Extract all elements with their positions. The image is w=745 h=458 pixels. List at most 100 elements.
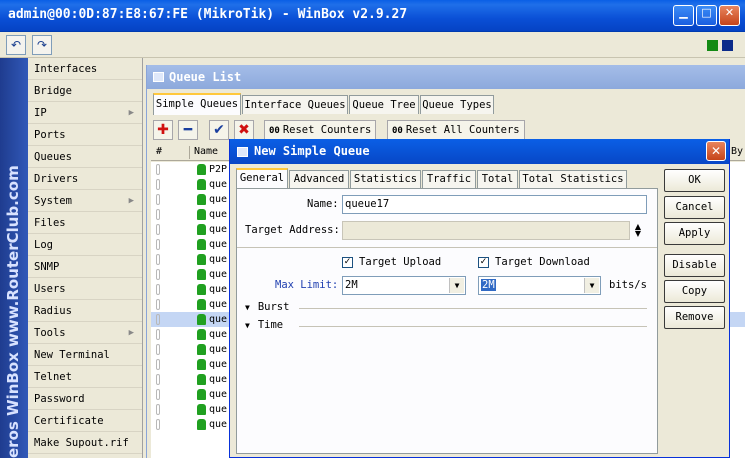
target-download-checkbox[interactable]: ✓ [478, 257, 489, 268]
window-title: admin@00:0D:87:E8:67:FE (MikroTik) - Win… [8, 7, 408, 22]
redo-button[interactable]: ↷ [32, 35, 52, 55]
sidebar-item-new-terminal[interactable]: New Terminal [28, 344, 142, 366]
queue-name-cell: que [209, 284, 228, 295]
column-divider[interactable] [189, 146, 190, 159]
close-icon: ✕ [710, 144, 722, 158]
disable-queue-button[interactable]: Disable [664, 254, 725, 277]
tab-statistics[interactable]: Statistics [350, 170, 421, 188]
row-marker-icon [156, 374, 160, 385]
queue-icon [197, 164, 206, 175]
tab-advanced[interactable]: Advanced [289, 170, 349, 188]
ok-button[interactable]: OK [664, 169, 725, 192]
dialog-close-button[interactable]: ✕ [706, 141, 726, 161]
chevron-down-icon[interactable]: ▼ [584, 278, 599, 293]
target-download-label: Target Download [495, 256, 590, 268]
burst-section-toggle[interactable]: ▼ Burst [245, 301, 289, 313]
sidebar-item-ports[interactable]: Ports [28, 124, 142, 146]
submenu-arrow-icon: ▶ [128, 328, 134, 338]
sidebar-item-certificate[interactable]: Certificate [28, 410, 142, 432]
row-marker-icon [156, 224, 160, 235]
reset-counters-label: Reset Counters [282, 124, 372, 136]
max-limit-label: Max Limit: [275, 279, 339, 291]
reset-all-counters-button[interactable]: 00 Reset All Counters [387, 120, 525, 140]
max-limit-download-select[interactable]: 2M ▼ [478, 276, 601, 295]
close-button[interactable]: ✕ [719, 5, 740, 26]
sidebar-item-tools[interactable]: Tools ▶ [28, 322, 142, 344]
row-marker-icon [156, 254, 160, 265]
add-button[interactable]: ✚ [153, 120, 173, 140]
sidebar-item-label: New Terminal [34, 349, 110, 361]
sidebar-item-label: Tools [34, 327, 66, 339]
chevron-down-icon[interactable]: ▼ [449, 278, 464, 293]
row-marker-icon [156, 284, 160, 295]
sidebar-item-radius[interactable]: Radius [28, 300, 142, 322]
updown-icon[interactable]: ▲ ▼ [633, 223, 643, 238]
disable-button[interactable]: ✖ [234, 120, 254, 140]
sidebar-item-system[interactable]: System ▶ [28, 190, 142, 212]
maximize-button[interactable]: □ [696, 5, 717, 26]
window-title-bar: admin@00:0D:87:E8:67:FE (MikroTik) - Win… [0, 0, 745, 32]
undo-button[interactable]: ↶ [6, 35, 26, 55]
tab-queue-tree[interactable]: Queue Tree [349, 95, 419, 114]
sidebar-item-telnet[interactable]: Telnet [28, 366, 142, 388]
column-header-extra[interactable]: By [731, 146, 743, 157]
redo-icon: ↷ [36, 38, 48, 52]
column-header-num[interactable]: # [156, 146, 162, 157]
time-section-toggle[interactable]: ▼ Time [245, 319, 283, 331]
tab-total-statistics[interactable]: Total Statistics [519, 170, 627, 188]
column-header-name[interactable]: Name [194, 146, 218, 157]
target-address-input[interactable] [342, 221, 630, 240]
queue-name-cell: que [209, 269, 228, 280]
apply-button[interactable]: Apply [664, 222, 725, 245]
sidebar-item-drivers[interactable]: Drivers [28, 168, 142, 190]
tab-total[interactable]: Total [477, 170, 518, 188]
queue-name-cell: que [209, 389, 228, 400]
cancel-button[interactable]: Cancel [664, 196, 725, 219]
queue-list-title: Queue List [169, 70, 242, 84]
sidebar-item-password[interactable]: Password [28, 388, 142, 410]
queue-list-title-bar: Queue List [147, 65, 745, 89]
tab-queue-types[interactable]: Queue Types [420, 95, 494, 114]
target-upload-checkbox[interactable]: ✓ [342, 257, 353, 268]
sidebar-item-make-supout[interactable]: Make Supout.rif [28, 432, 142, 454]
sidebar-item-users[interactable]: Users [28, 278, 142, 300]
remove-button[interactable]: ━ [178, 120, 198, 140]
queue-name-cell: que [209, 224, 228, 235]
sidebar-item-label: Bridge [34, 85, 72, 97]
row-marker-icon [156, 194, 160, 205]
copy-button[interactable]: Copy [664, 280, 725, 303]
tab-simple-queues[interactable]: Simple Queues [153, 93, 241, 115]
queue-name-cell: que [209, 344, 228, 355]
remove-queue-button[interactable]: Remove [664, 306, 725, 329]
sidebar-item-files[interactable]: Files [28, 212, 142, 234]
reset-counters-button[interactable]: 00 Reset Counters [264, 120, 377, 140]
name-input[interactable]: queue17 [342, 195, 647, 214]
queue-icon [197, 359, 206, 370]
queue-icon [197, 254, 206, 265]
window-icon [153, 72, 164, 82]
sidebar-item-snmp[interactable]: SNMP [28, 256, 142, 278]
sidebar-item-interfaces[interactable]: Interfaces [28, 58, 142, 80]
queue-icon [197, 239, 206, 250]
sidebar-item-label: IP [34, 107, 47, 119]
max-limit-upload-select[interactable]: 2M ▼ [342, 276, 466, 295]
row-marker-icon [156, 239, 160, 250]
enable-button[interactable]: ✔ [209, 120, 229, 140]
sidebar-item-queues[interactable]: Queues [28, 146, 142, 168]
queue-name-cell: que [209, 179, 228, 190]
minimize-button[interactable]: ▁ [673, 5, 694, 26]
sidebar-item-ip[interactable]: IP ▶ [28, 102, 142, 124]
queue-name-cell: que [209, 359, 228, 370]
dialog-title: New Simple Queue [254, 144, 370, 158]
tab-traffic[interactable]: Traffic [422, 170, 476, 188]
sidebar-item-label: System [34, 195, 72, 207]
tab-interface-queues[interactable]: Interface Queues [242, 95, 348, 114]
sidebar-item-label: Ports [34, 129, 66, 141]
time-section-label: Time [257, 319, 284, 331]
sidebar-item-bridge[interactable]: Bridge [28, 80, 142, 102]
sidebar-item-label: Make Supout.rif [34, 437, 129, 449]
tab-general[interactable]: General [236, 168, 288, 188]
row-marker-icon [156, 329, 160, 340]
sidebar-item-log[interactable]: Log [28, 234, 142, 256]
collapse-triangle-icon: ▼ [245, 321, 250, 330]
